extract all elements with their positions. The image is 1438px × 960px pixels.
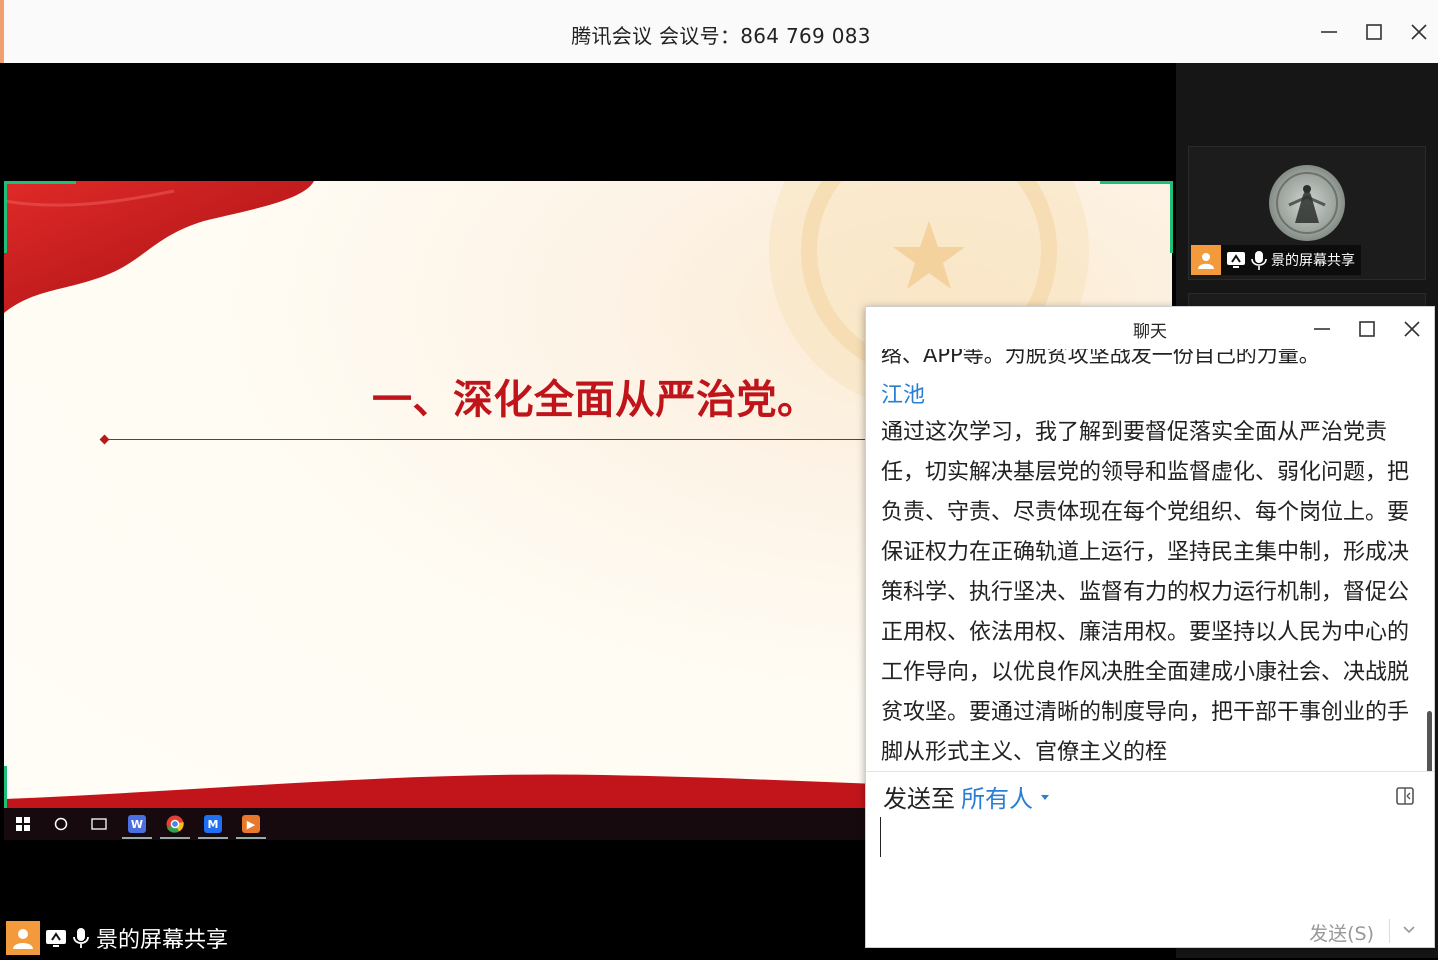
participant-tile[interactable]: 景的屏幕共享 xyxy=(1188,146,1426,280)
chat-message-author[interactable]: 江池 xyxy=(881,377,925,409)
minimize-button[interactable] xyxy=(1315,18,1343,46)
close-icon xyxy=(1404,321,1420,337)
minimize-icon xyxy=(1321,31,1337,33)
task-view-icon xyxy=(80,808,118,840)
send-to-label: 发送至 xyxy=(883,785,955,813)
maximize-icon xyxy=(1359,321,1375,337)
microphone-icon xyxy=(73,928,89,948)
participant-avatar xyxy=(1269,165,1345,241)
chat-minimize-button[interactable] xyxy=(1308,315,1336,343)
avatar xyxy=(1191,245,1221,275)
chat-message-list[interactable]: 络、APP等。为脱贫攻坚战发一份自己的力量。 江池 通过这次学习，我了解到要督促… xyxy=(866,349,1434,771)
send-button[interactable]: 发送(S) xyxy=(1309,919,1374,946)
microphone-icon xyxy=(1251,251,1267,270)
participant-status-bar: 景的屏幕共享 xyxy=(1191,245,1361,275)
message-input[interactable] xyxy=(880,817,881,857)
user-icon xyxy=(1198,253,1214,269)
close-icon xyxy=(1411,24,1427,40)
send-to-row: 发送至 所有人 xyxy=(883,779,1049,814)
close-button[interactable] xyxy=(1405,18,1433,46)
send-options-chevron-icon[interactable] xyxy=(1402,925,1416,935)
chat-close-button[interactable] xyxy=(1398,315,1426,343)
chat-window: 聊天 络、APP等。为脱贫攻坚战发一份自己的力量。 江池 通过这次学习，我了解到… xyxy=(865,306,1435,948)
maximize-button[interactable] xyxy=(1360,18,1388,46)
meeting-title-bar: 腾讯会议 会议号：864 769 083 xyxy=(0,0,1438,63)
minimize-icon xyxy=(1314,328,1330,330)
chevron-down-icon xyxy=(1041,795,1049,800)
send-target-dropdown[interactable]: 所有人 xyxy=(961,779,1049,814)
tencent-meeting-app-icon: M xyxy=(194,808,232,840)
wps-app-icon: W xyxy=(118,808,156,840)
media-player-app-icon: ▶ xyxy=(232,808,270,840)
share-region-corner xyxy=(1100,181,1173,253)
chat-message-text: 通过这次学习，我了解到要督促落实全面从严治党责任，切实解决基层党的领导和监督虚化… xyxy=(881,420,1410,765)
maximize-icon xyxy=(1366,24,1382,40)
chat-header: 聊天 xyxy=(866,307,1434,349)
chat-scrollbar[interactable] xyxy=(1427,711,1432,771)
share-region-corner xyxy=(4,181,76,253)
send-target-label: 所有人 xyxy=(961,785,1033,813)
chat-title: 聊天 xyxy=(1133,322,1167,342)
participant-name: 景的屏幕共享 xyxy=(1271,253,1355,269)
slide-title: 一、深化全面从严治党。 xyxy=(372,377,818,423)
screen-share-icon xyxy=(1227,252,1245,268)
screenshot-icon[interactable] xyxy=(1394,785,1416,807)
chat-message-partial: 络、APP等。为脱贫攻坚战发一份自己的力量。 xyxy=(881,349,1320,367)
user-icon xyxy=(13,929,33,949)
shared-taskbar: W M ▶ xyxy=(4,808,874,840)
sharer-label: 景的屏幕共享 xyxy=(6,920,228,956)
windows-start-icon xyxy=(4,808,42,840)
sharer-name: 景的屏幕共享 xyxy=(96,928,229,953)
chrome-app-icon xyxy=(156,808,194,840)
send-divider xyxy=(1389,919,1390,943)
avatar xyxy=(6,921,40,955)
screen-share-icon xyxy=(46,930,66,947)
meeting-title: 腾讯会议 会议号：864 769 083 xyxy=(571,24,871,48)
chat-divider xyxy=(866,771,1434,772)
chat-maximize-button[interactable] xyxy=(1353,315,1381,343)
title-rule xyxy=(104,439,884,440)
search-circle-icon xyxy=(42,808,80,840)
